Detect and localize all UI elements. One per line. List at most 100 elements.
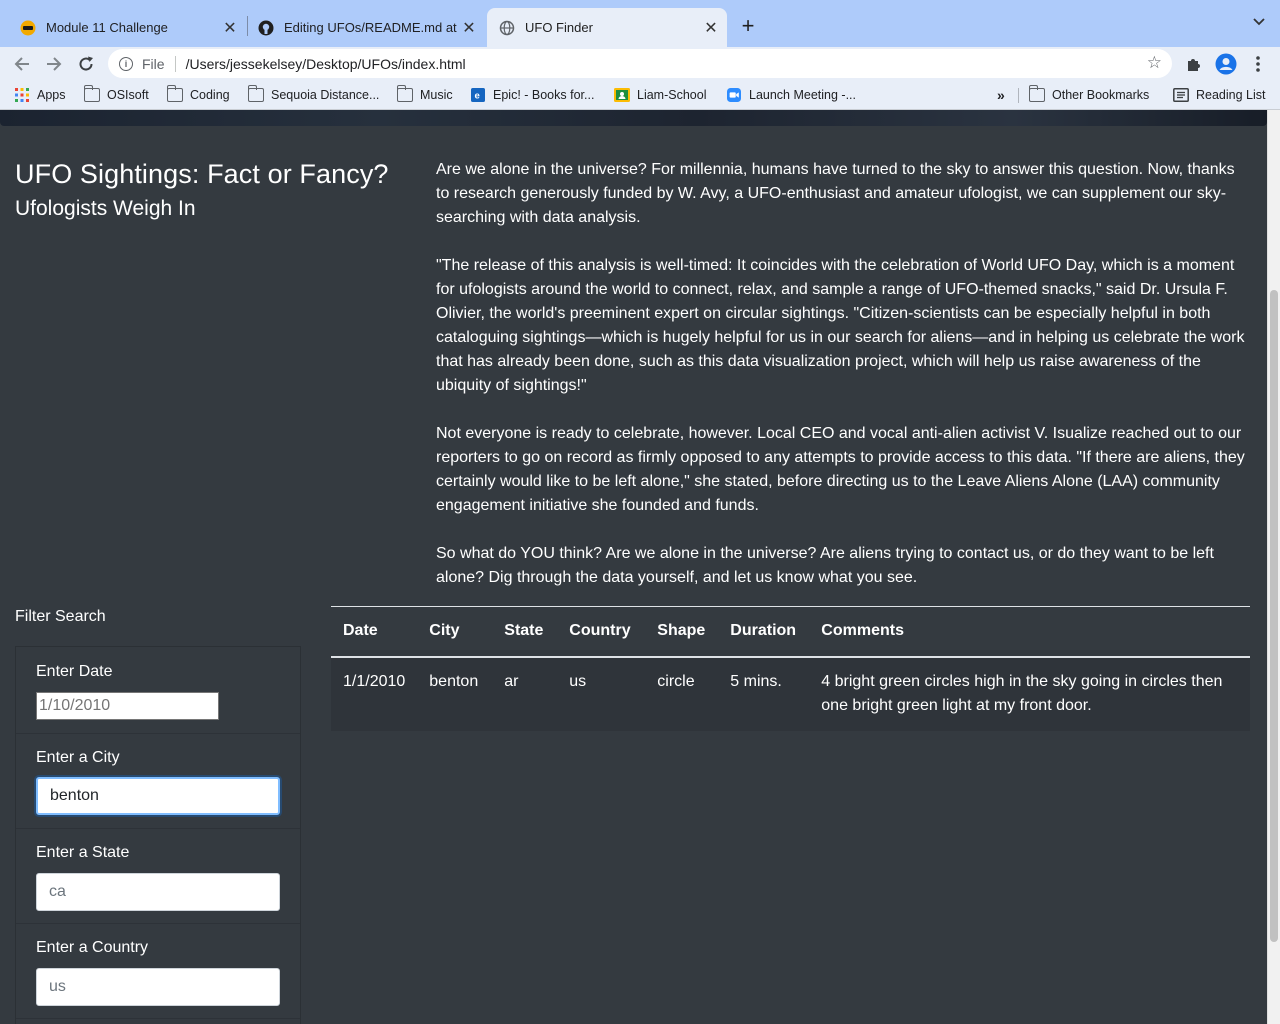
bootcamp-favicon (20, 20, 36, 35)
filter-item-state: Enter a State (16, 829, 300, 924)
bookmarks-overflow-chevron-icon[interactable]: » (997, 86, 1005, 104)
folder-icon (166, 85, 183, 102)
page-subtitle: Ufologists Weigh In (15, 197, 196, 220)
column-header-shape: Shape (645, 606, 719, 658)
folder-icon (83, 85, 100, 102)
bookmark-label: Other Bookmarks (1052, 88, 1150, 102)
bookmark-liam-school[interactable]: Liam-School (614, 86, 706, 104)
tab-title: UFO Finder (525, 20, 593, 35)
tab-github-readme[interactable]: Editing UFOs/README.md at m ✕ (248, 8, 485, 47)
folder-icon (396, 85, 413, 102)
bookmark-label: Epic! - Books for... (493, 88, 595, 102)
cell-comments: 4 bright green circles high in the sky g… (809, 656, 1250, 731)
bookmark-other-bookmarks[interactable]: Other Bookmarks (1028, 85, 1150, 104)
tab-title: Editing UFOs/README.md at m (284, 20, 461, 35)
bookmark-star-icon[interactable]: ☆ (1147, 53, 1162, 73)
close-tab-icon[interactable]: ✕ (461, 18, 477, 38)
bookmark-label: OSIsoft (107, 88, 149, 102)
reload-icon[interactable] (73, 51, 99, 77)
github-icon (258, 20, 274, 35)
scrollbar-thumb[interactable] (1270, 290, 1278, 942)
date-label: Enter Date (36, 663, 113, 680)
date-input[interactable] (36, 692, 219, 720)
filter-search-heading: Filter Search (15, 608, 106, 625)
filter-item-country: Enter a Country (16, 924, 300, 1019)
bookmark-label: Music (420, 88, 453, 102)
column-header-date: Date (331, 606, 418, 658)
filter-item-city: Enter a City (16, 734, 300, 829)
article-body: Are we alone in the universe? For millen… (436, 158, 1251, 614)
classroom-favicon (614, 88, 630, 102)
cell-state: ar (492, 656, 558, 731)
bookmark-coding[interactable]: Coding (166, 85, 230, 104)
reading-list-button[interactable]: Reading List (1173, 86, 1266, 104)
cell-country: us (557, 656, 646, 731)
cell-shape: circle (645, 656, 719, 731)
tab-ufo-finder[interactable]: UFO Finder ✕ (487, 8, 727, 47)
apps-grid-icon (15, 88, 29, 102)
article-paragraph: Not everyone is ready to celebrate, howe… (436, 425, 1245, 514)
article-paragraph: So what do YOU think? Are we alone in th… (436, 545, 1214, 586)
bookmark-label: Apps (37, 88, 66, 102)
address-divider (174, 55, 176, 72)
cell-duration: 5 mins. (718, 656, 810, 731)
page-title: UFO Sightings: Fact or Fancy? (15, 159, 389, 189)
globe-icon (499, 20, 515, 35)
ufo-sightings-table: Date City State Country Shape Duration C… (331, 606, 1250, 731)
bookmark-label: Liam-School (637, 88, 707, 102)
bookmark-osisoft[interactable]: OSIsoft (83, 85, 149, 104)
page-scrollbar[interactable] (1267, 110, 1280, 1024)
filter-item-date: Enter Date (16, 647, 300, 734)
tab-title: Module 11 Challenge (46, 20, 168, 35)
column-header-country: Country (557, 606, 646, 658)
folder-icon (1028, 85, 1045, 102)
table-row: 1/1/2010 benton ar us circle 5 mins. 4 b… (331, 656, 1250, 731)
tab-strip: Module 11 Challenge ✕ Editing UFOs/READM… (0, 0, 1280, 47)
tab-search-chevron-icon[interactable] (1252, 14, 1266, 30)
forward-arrow-icon[interactable] (41, 51, 67, 77)
bookmarks-divider (1018, 88, 1019, 103)
column-header-duration: Duration (718, 606, 810, 658)
browser-menu-icon[interactable] (1245, 51, 1271, 77)
column-header-city: City (417, 606, 493, 658)
bookmark-label: Sequoia Distance... (271, 88, 380, 102)
bookmark-music[interactable]: Music (396, 85, 453, 104)
article-paragraph: Are we alone in the universe? For millen… (436, 161, 1235, 226)
bookmark-apps[interactable]: Apps (14, 86, 66, 104)
bookmark-sequoia[interactable]: Sequoia Distance... (247, 85, 380, 104)
bookmark-label: Coding (190, 88, 230, 102)
state-label: Enter a State (36, 844, 130, 861)
svg-text:e: e (475, 91, 481, 102)
bookmark-label: Launch Meeting -... (749, 88, 857, 102)
site-info-icon[interactable]: i (119, 56, 133, 71)
address-scheme: File (142, 55, 165, 72)
article-paragraph: "The release of this analysis is well-ti… (436, 257, 1245, 394)
new-tab-button[interactable]: + (736, 13, 760, 39)
cell-city: benton (417, 656, 493, 731)
hero-banner-image (0, 110, 1267, 126)
reading-list-icon (1173, 88, 1189, 102)
bookmark-label: Reading List (1196, 88, 1266, 102)
browser-toolbar: i File /Users/jessekelsey/Desktop/UFOs/i… (0, 47, 1280, 81)
country-label: Enter a Country (36, 939, 149, 956)
back-arrow-icon[interactable] (9, 51, 35, 77)
filter-list: Enter Date Enter a City Enter a State En… (15, 646, 301, 1024)
close-tab-icon[interactable]: ✕ (703, 18, 719, 38)
city-input[interactable] (36, 777, 280, 815)
bookmark-epic[interactable]: e Epic! - Books for... (470, 86, 594, 104)
bookmarks-bar: Apps OSIsoft Coding Sequoia Distance... … (0, 81, 1280, 110)
profile-avatar-icon[interactable] (1213, 51, 1239, 77)
epic-favicon: e (471, 88, 485, 102)
close-tab-icon[interactable]: ✕ (222, 18, 238, 38)
address-url[interactable]: /Users/jessekelsey/Desktop/UFOs/index.ht… (186, 56, 466, 72)
state-input[interactable] (36, 873, 280, 911)
address-bar[interactable]: i File /Users/jessekelsey/Desktop/UFOs/i… (108, 49, 1172, 78)
column-header-state: State (492, 606, 558, 658)
country-input[interactable] (36, 968, 280, 1006)
folder-icon (247, 85, 264, 102)
tab-module-11[interactable]: Module 11 Challenge ✕ (0, 8, 246, 47)
extensions-puzzle-icon[interactable] (1181, 51, 1207, 77)
bookmark-launch-meeting[interactable]: Launch Meeting -... (726, 86, 856, 104)
cell-date: 1/1/2010 (331, 656, 418, 731)
table-header-row: Date City State Country Shape Duration C… (331, 606, 1250, 658)
